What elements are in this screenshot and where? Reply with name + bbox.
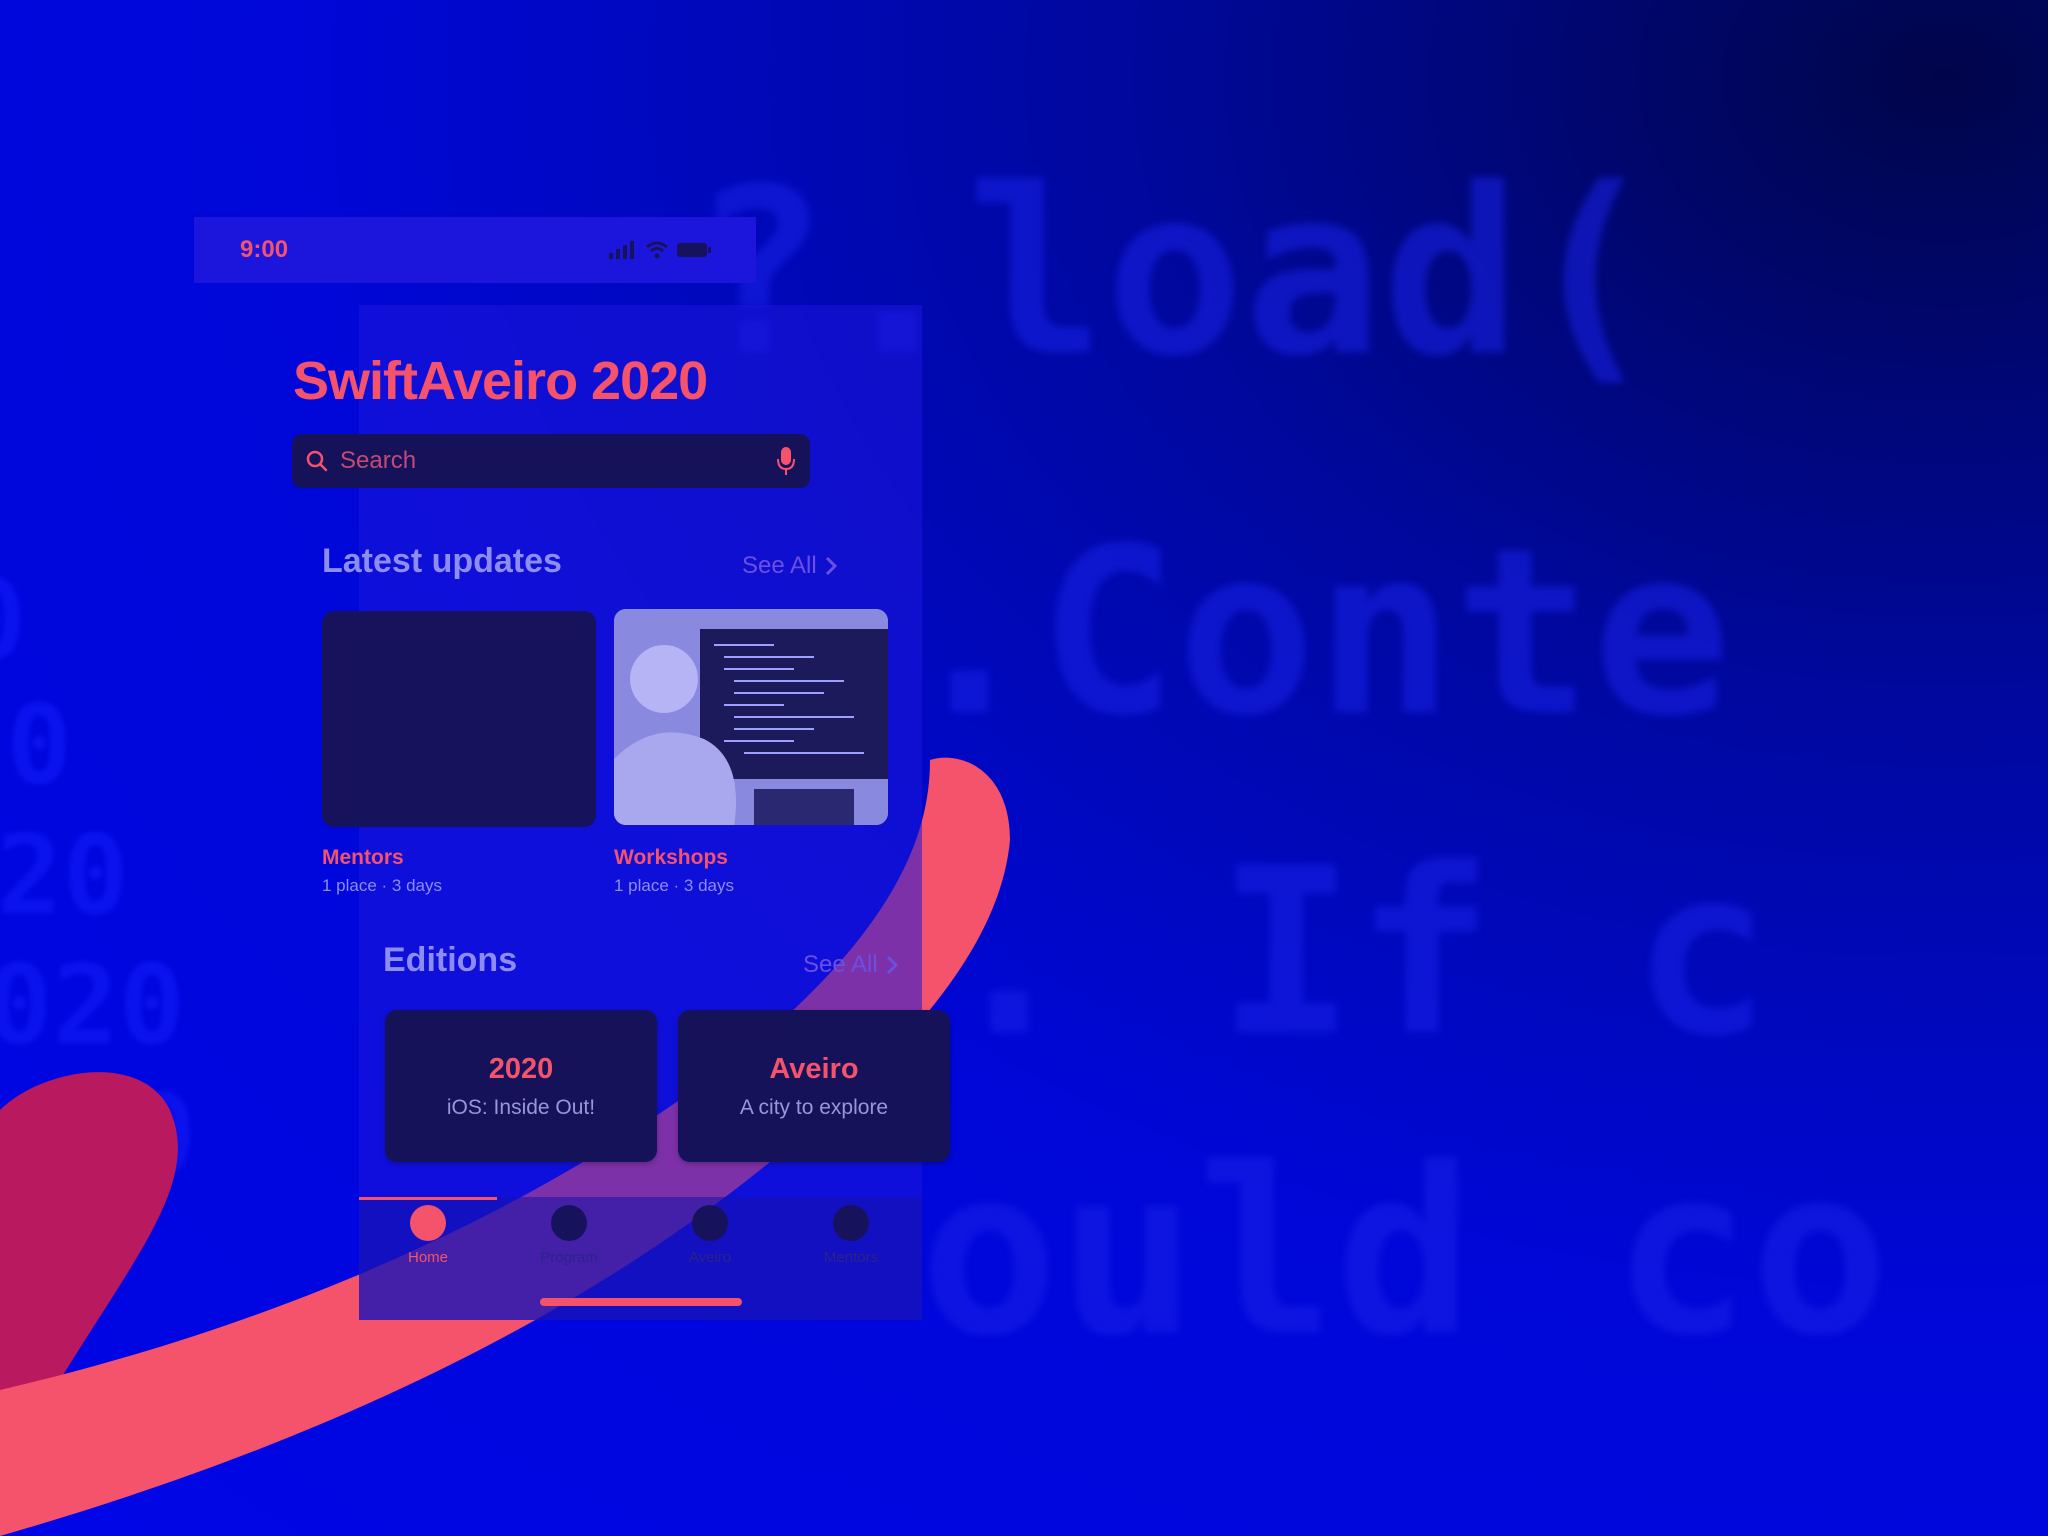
workshop-photo xyxy=(614,609,888,825)
status-time: 9:00 xyxy=(240,236,289,263)
status-bar: 9:00 xyxy=(194,217,756,283)
tab-mentors[interactable]: Mentors xyxy=(806,1205,896,1266)
tab-label: Home xyxy=(407,1249,448,1266)
latest-updates-see-all-button[interactable]: See All xyxy=(742,552,837,580)
workshops-thumbnail[interactable] xyxy=(614,609,888,825)
tab-label: Program xyxy=(540,1249,598,1266)
edition-card-aveiro[interactable]: Aveiro A city to explore xyxy=(678,1010,950,1162)
search-input[interactable] xyxy=(338,446,776,476)
edition-subtitle: iOS: Inside Out! xyxy=(446,1095,596,1119)
mentors-icon xyxy=(833,1205,869,1241)
tab-program[interactable]: Program xyxy=(524,1205,614,1266)
search-bar[interactable] xyxy=(292,434,810,488)
chevron-right-icon xyxy=(825,556,837,576)
mentors-card-title: Mentors xyxy=(322,846,404,869)
edition-title: 2020 xyxy=(488,1052,554,1085)
mentors-thumbnail[interactable] xyxy=(322,611,596,827)
workshops-card-meta: 1 place · 3 days xyxy=(614,876,735,895)
see-all-label: See All xyxy=(742,552,817,579)
edition-title: Aveiro xyxy=(769,1052,859,1085)
home-icon xyxy=(410,1205,446,1241)
chevron-right-icon xyxy=(886,955,898,975)
battery-icon xyxy=(677,243,711,257)
edition-card-2020[interactable]: 2020 iOS: Inside Out! xyxy=(385,1010,657,1162)
workshops-card-title: Workshops xyxy=(614,846,728,869)
tab-label: Aveiro xyxy=(688,1249,732,1266)
editions-title: Editions xyxy=(383,941,518,979)
see-all-label: See All xyxy=(803,951,878,978)
program-icon xyxy=(551,1205,587,1241)
tab-aveiro[interactable]: Aveiro xyxy=(665,1205,755,1266)
editions-see-all-button[interactable]: See All xyxy=(803,951,898,979)
mentors-card-meta: 1 place · 3 days xyxy=(322,876,443,895)
latest-updates-title: Latest updates xyxy=(322,542,562,580)
aveiro-icon xyxy=(692,1205,728,1241)
wifi-icon xyxy=(646,241,668,259)
page-title: SwiftAveiro 2020 xyxy=(293,351,708,411)
tab-home[interactable]: Home xyxy=(383,1205,473,1266)
edition-subtitle: A city to explore xyxy=(739,1095,889,1119)
signal-icon xyxy=(609,241,634,259)
microphone-icon[interactable] xyxy=(776,446,796,476)
tab-selection-indicator xyxy=(359,1197,497,1200)
home-indicator xyxy=(540,1298,742,1306)
tab-label: Mentors xyxy=(823,1249,879,1266)
status-icons xyxy=(609,241,711,259)
search-icon xyxy=(306,450,328,472)
